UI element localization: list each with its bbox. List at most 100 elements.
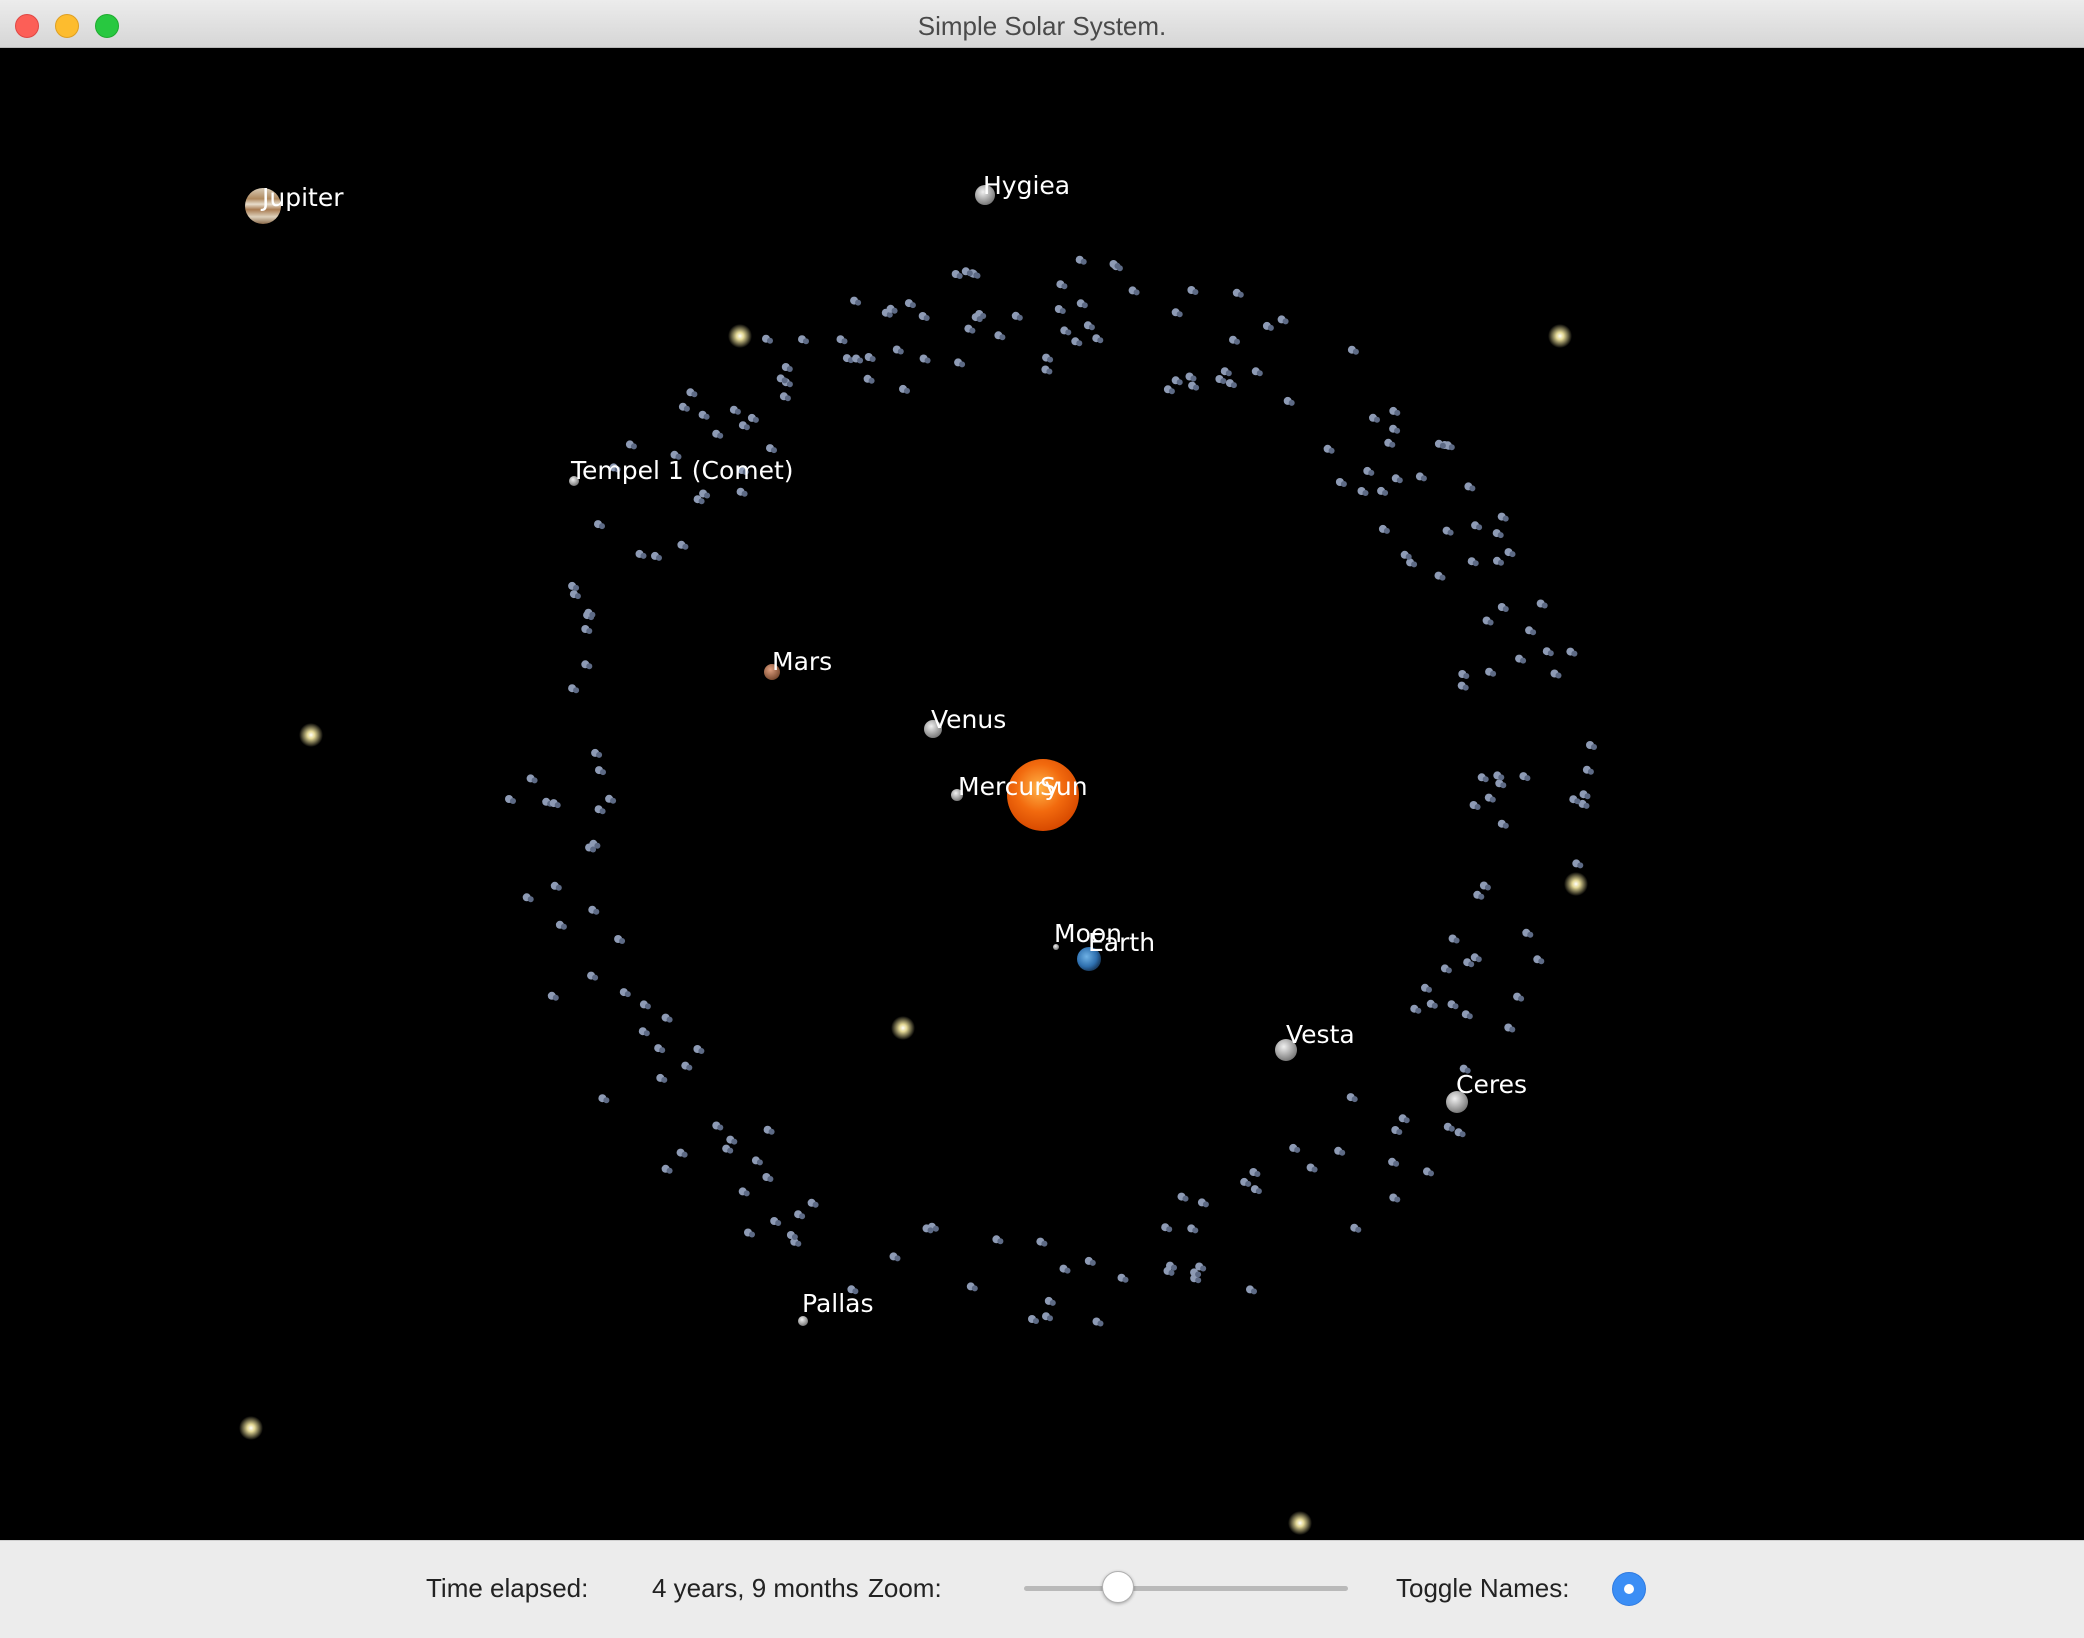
asteroid [1400, 550, 1412, 560]
asteroid [1377, 486, 1389, 496]
asteroid [904, 299, 916, 309]
asteroid [1246, 1285, 1257, 1295]
asteroid [1187, 1224, 1199, 1234]
asteroid [678, 402, 690, 412]
asteroid [779, 392, 791, 402]
asteroid [1443, 1122, 1455, 1132]
zoom-slider-track[interactable] [1024, 1586, 1348, 1591]
asteroid [614, 935, 626, 944]
star-glow [299, 723, 323, 747]
zoom-slider-thumb[interactable] [1101, 1571, 1134, 1603]
asteroid [591, 748, 603, 758]
ceres-label: Ceres [1456, 1070, 1527, 1099]
asteroid [1464, 482, 1476, 492]
asteroid [1454, 1128, 1466, 1138]
asteroid [729, 405, 741, 415]
asteroid [1533, 955, 1545, 965]
asteroid [1582, 765, 1594, 775]
asteroid [722, 1144, 734, 1154]
asteroid [1250, 1185, 1262, 1195]
time-elapsed-label: Time elapsed: [426, 1573, 589, 1603]
asteroid [736, 487, 748, 497]
asteroid [1056, 280, 1068, 290]
asteroid [1109, 260, 1121, 269]
star-glow [1564, 872, 1588, 896]
asteroid [1220, 367, 1232, 377]
asteroid [1188, 381, 1200, 391]
space-canvas[interactable]: Sun Mercury Venus Earth Moon Mars Jupiter Vesta… [0, 48, 2084, 1540]
asteroid [1447, 1000, 1459, 1010]
asteroid [1579, 790, 1591, 800]
asteroid [581, 625, 593, 634]
asteroid [1044, 1296, 1056, 1306]
asteroid [1369, 413, 1380, 423]
asteroid [919, 354, 931, 364]
asteroid [1306, 1163, 1318, 1173]
tempel-label: Tempel 1 (Comet) [570, 456, 794, 485]
asteroid [1060, 326, 1072, 336]
radio-selected-dot [1624, 1584, 1634, 1594]
asteroid [751, 1156, 763, 1166]
star-glow [728, 324, 752, 348]
asteroid [1389, 1193, 1401, 1203]
asteroid [1492, 529, 1504, 539]
asteroid [1542, 647, 1554, 657]
asteroid [698, 410, 710, 420]
asteroid [1357, 487, 1369, 496]
asteroid [1323, 444, 1335, 454]
toggle-names-label: Toggle Names: [1396, 1573, 1570, 1603]
star-glow [891, 1016, 915, 1040]
asteroid [852, 354, 864, 364]
asteroid [1471, 521, 1483, 531]
asteroid [1485, 667, 1497, 677]
asteroid [1457, 681, 1469, 691]
asteroid [1289, 1143, 1301, 1153]
asteroid [547, 991, 559, 1001]
asteroid [1497, 603, 1509, 612]
asteroid [1479, 881, 1491, 891]
asteroid [555, 920, 567, 930]
asteroid [1384, 438, 1396, 448]
asteroid [1092, 1317, 1104, 1327]
mars-label: Mars [772, 647, 832, 676]
asteroid [1277, 315, 1289, 325]
asteroid [588, 905, 600, 915]
asteroid [1041, 365, 1053, 375]
asteroid [961, 267, 973, 277]
asteroid [1515, 654, 1527, 664]
asteroid [619, 988, 631, 998]
asteroid [1493, 556, 1504, 566]
asteroid [1185, 372, 1197, 382]
toggle-names-radio[interactable] [1612, 1572, 1646, 1606]
time-elapsed-value: 4 years, 9 months [652, 1573, 859, 1603]
asteroid [639, 1000, 651, 1010]
asteroid [1249, 1168, 1261, 1177]
asteroid [1572, 859, 1584, 869]
asteroid [738, 1187, 750, 1197]
asteroid [1415, 472, 1427, 482]
asteroid [638, 1027, 650, 1037]
asteroid [1161, 1223, 1173, 1233]
asteroid [587, 971, 599, 981]
asteroid [1389, 424, 1401, 434]
asteroid [1163, 385, 1175, 395]
asteroid [661, 1164, 673, 1174]
asteroid [1363, 466, 1375, 476]
asteroid [954, 358, 966, 368]
asteroid [522, 893, 534, 903]
asteroid [807, 1198, 819, 1208]
asteroid [1467, 557, 1479, 567]
title-bar[interactable]: Simple Solar System. [0, 0, 2084, 48]
asteroid [1378, 524, 1390, 534]
asteroid [594, 520, 605, 530]
asteroid [762, 1173, 774, 1182]
asteroid [1215, 375, 1227, 384]
asteroid [1187, 286, 1199, 295]
asteroid [1229, 335, 1240, 345]
asteroid [763, 1125, 775, 1135]
asteroid [1522, 928, 1534, 938]
asteroid [1434, 571, 1446, 581]
zoom-label: Zoom: [868, 1573, 942, 1603]
asteroid [899, 384, 910, 394]
star-glow [1548, 324, 1572, 348]
